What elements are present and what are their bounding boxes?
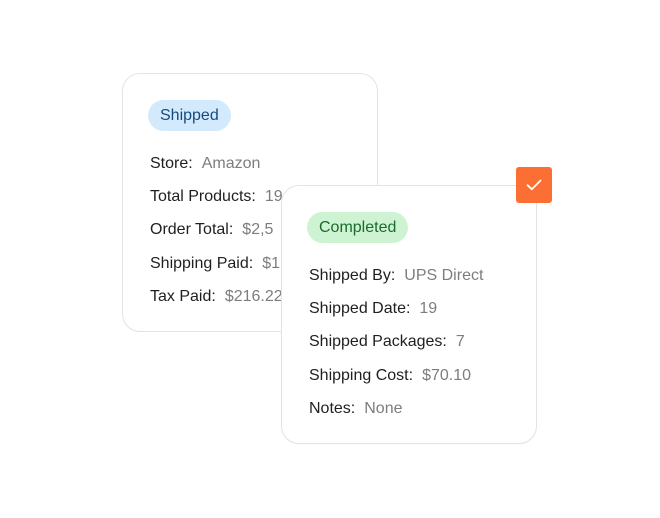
total-products-row: Total Products: 19 bbox=[150, 187, 283, 207]
notes-value: None bbox=[364, 400, 403, 417]
shipped-date-label: Shipped Date: bbox=[309, 300, 411, 317]
order-total-row: Order Total: $2,5 bbox=[150, 220, 273, 240]
shipping-paid-label: Shipping Paid: bbox=[150, 255, 254, 272]
checkmark-icon bbox=[526, 179, 542, 191]
shipping-cost-label: Shipping Cost: bbox=[309, 367, 414, 384]
shipped-packages-value: 7 bbox=[455, 333, 465, 350]
shipping-paid-row: Shipping Paid: $1 bbox=[150, 254, 280, 274]
tax-paid-row: Tax Paid: $216.22 bbox=[150, 287, 283, 307]
shipping-paid-value: $1 bbox=[262, 255, 280, 272]
notes-row: Notes: None bbox=[309, 399, 403, 419]
shipped-by-row: Shipped By: UPS Direct bbox=[309, 266, 483, 286]
completed-check-button[interactable] bbox=[516, 167, 552, 203]
shipped-by-label: Shipped By: bbox=[309, 267, 396, 284]
tax-paid-value: $216.22 bbox=[224, 288, 283, 305]
order-total-value: $2,5 bbox=[242, 221, 274, 238]
shipped-packages-row: Shipped Packages: 7 bbox=[309, 332, 465, 352]
shipped-by-value: UPS Direct bbox=[404, 267, 484, 284]
completed-status-badge: Completed bbox=[307, 212, 409, 243]
completed-order-card: Completed Shipped By: UPS Direct Shipped … bbox=[281, 185, 537, 444]
shipped-status-badge: Shipped bbox=[148, 100, 231, 131]
notes-label: Notes: bbox=[309, 400, 356, 417]
store-value: Amazon bbox=[201, 155, 261, 172]
order-total-label: Order Total: bbox=[150, 221, 234, 238]
shipping-cost-row: Shipping Cost: $70.10 bbox=[309, 366, 471, 386]
store-label: Store: bbox=[150, 155, 193, 172]
shipped-date-row: Shipped Date: 19 bbox=[309, 299, 437, 319]
shipping-cost-value: $70.10 bbox=[422, 367, 471, 384]
store-row: Store: Amazon bbox=[150, 154, 260, 174]
total-products-label: Total Products: bbox=[150, 188, 256, 205]
shipped-date-value: 19 bbox=[419, 300, 438, 317]
shipped-packages-label: Shipped Packages: bbox=[309, 333, 447, 350]
tax-paid-label: Tax Paid: bbox=[150, 288, 216, 305]
total-products-value: 19 bbox=[264, 188, 283, 205]
